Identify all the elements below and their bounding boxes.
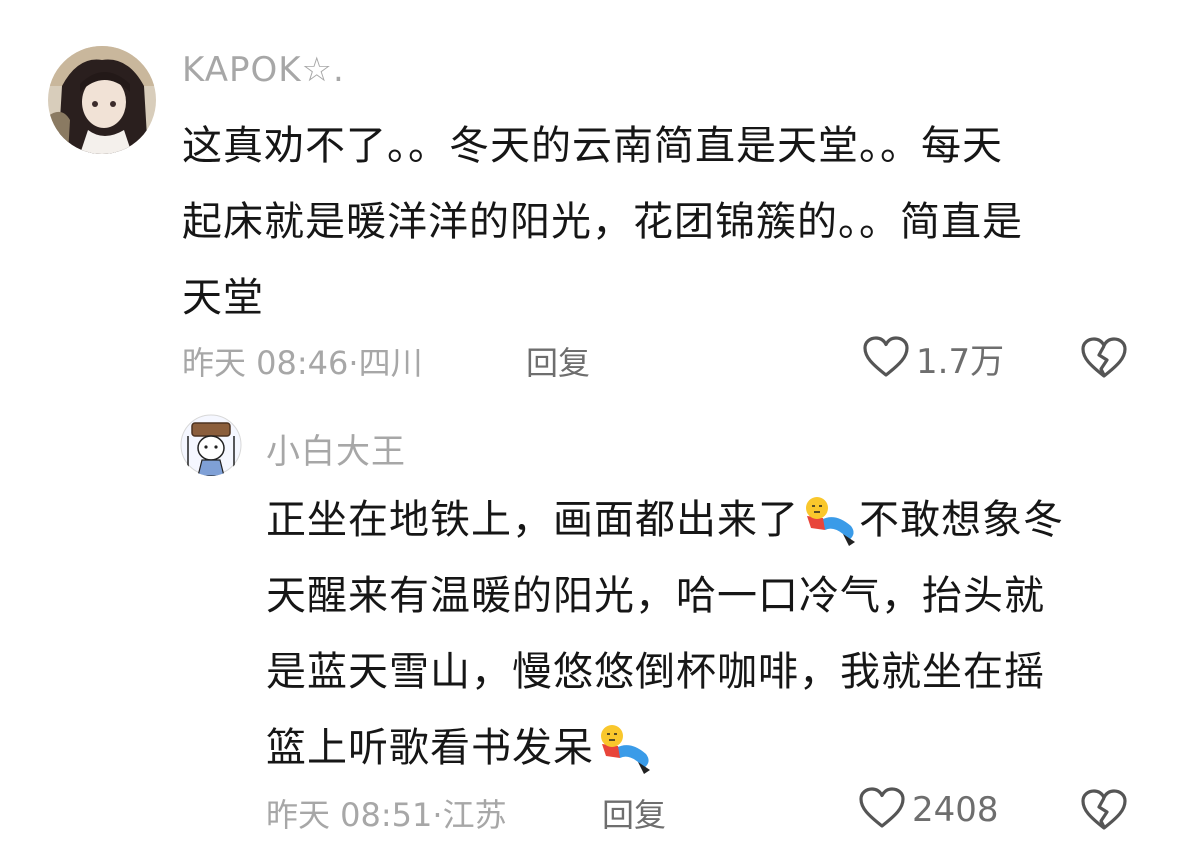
heart-outline-icon [862,335,910,383]
comment-text-line: 正坐在地铁上，画面都出来了 不敢想象冬 [266,482,1146,558]
comment-text-line: 是蓝天雪山，慢悠悠倒杯咖啡，我就坐在摇 [266,649,1045,695]
like-count: 2408 [912,790,999,830]
like-button[interactable]: 2408 [858,786,999,834]
username[interactable]: KAPOK☆. [182,50,345,90]
avatar[interactable] [48,46,156,154]
meta-separator: · [348,344,359,382]
comment-text: 正坐在地铁上，画面都出来了 不敢想象冬 天醒来有温暖的阳光，哈一口冷气，抬头就 是… [266,482,1146,786]
timestamp: 昨天 08:51 [266,796,433,834]
location: 四川 [358,344,423,382]
like-count: 1.7万 [916,342,1005,382]
comment-text-line: 天醒来有温暖的阳光，哈一口冷气，抬头就 [266,573,1045,619]
comment-text-line: 起床就是暖洋洋的阳光，花团锦簇的。。简直是 [182,199,1023,245]
reply-button[interactable]: 回复 [602,790,666,836]
reply-button[interactable]: 回复 [526,338,590,384]
comment-text-segment: 篮上听歌看书发呆 [266,725,594,771]
meta-separator: · [432,796,443,834]
location: 江苏 [442,796,507,834]
comment-text-line: 篮上听歌看书发呆 [266,710,1146,786]
avatar[interactable] [180,414,242,476]
comment-meta: 昨天 08:46·四川 [182,338,423,384]
comment-text-segment: 不敢想象冬 [859,497,1064,543]
like-button[interactable]: 1.7万 [862,334,1004,383]
falling-figure-emoji [799,494,859,550]
broken-heart-icon[interactable] [1080,788,1128,836]
comment-text: 这真劝不了。。冬天的云南简直是天堂。。每天 起床就是暖洋洋的阳光，花团锦簇的。。… [182,108,1142,336]
comment-meta: 昨天 08:51·江苏 [266,790,507,836]
broken-heart-icon[interactable] [1080,336,1128,384]
comment-text-line: 天堂 [182,275,264,321]
comment-text-line: 这真劝不了。。冬天的云南简直是天堂。。每天 [182,123,1003,169]
timestamp: 昨天 08:46 [182,344,349,382]
falling-figure-emoji [594,722,654,778]
comment-text-segment: 正坐在地铁上，画面都出来了 [266,497,799,543]
heart-outline-icon [858,786,906,834]
username[interactable]: 小白大王 [266,424,406,473]
